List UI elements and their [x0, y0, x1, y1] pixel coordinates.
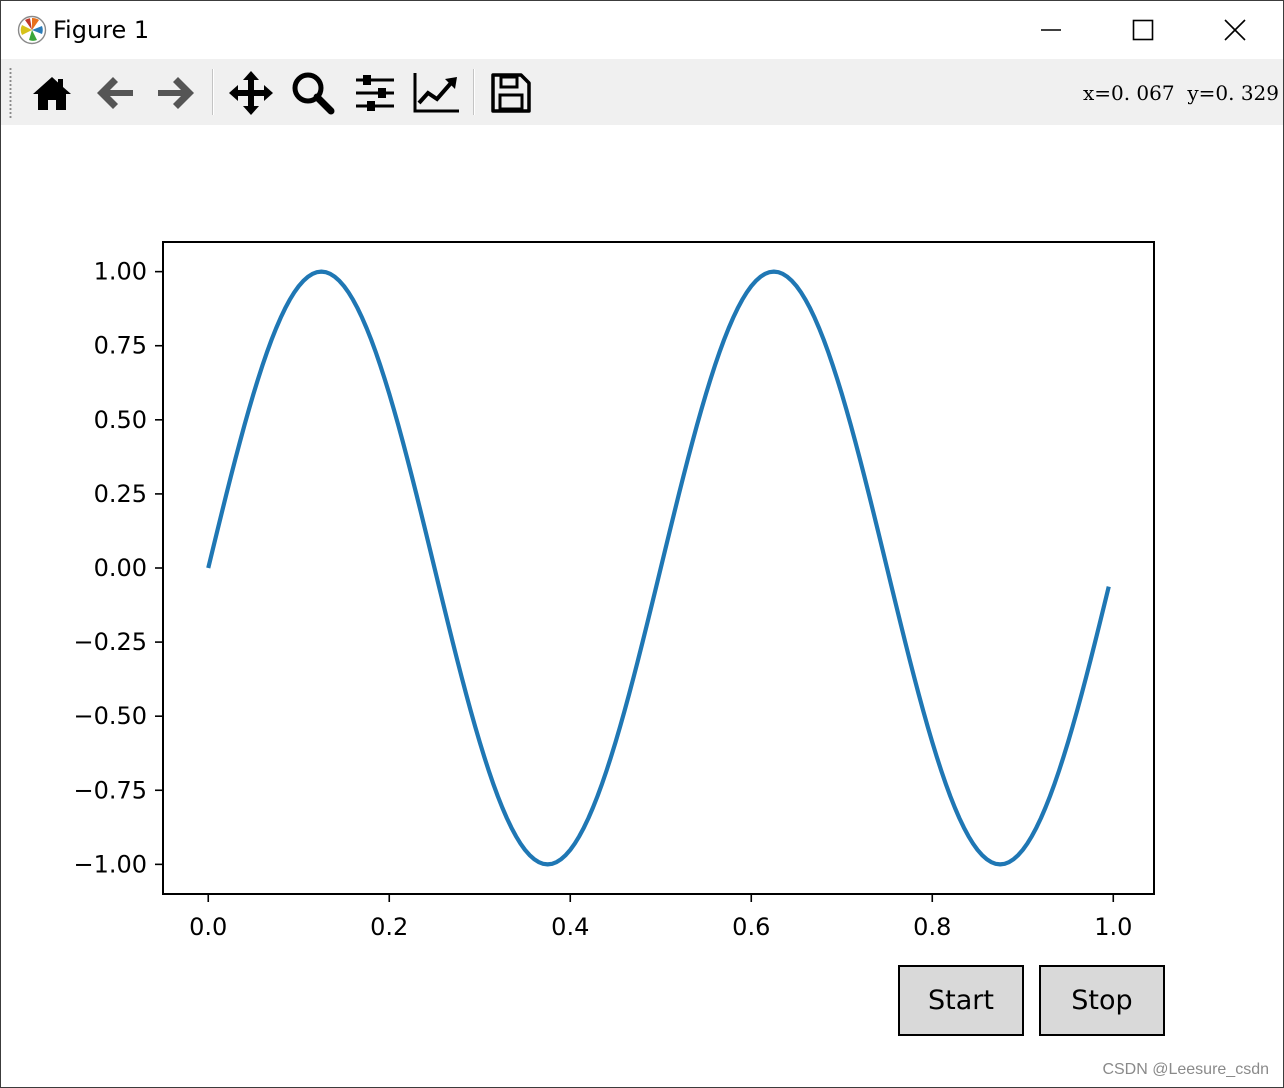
axes-frame — [162, 241, 1155, 895]
navigation-toolbar: x=0. 067 y=0. 329 — [1, 59, 1283, 127]
x-tick-label: 0.4 — [551, 913, 589, 941]
y-tick-label: −1.00 — [73, 850, 147, 878]
figure-canvas[interactable]: 1.00 0.75 0.50 0.25 0.00 −0.25 −0.50 −0.75 −1.00… — [1, 125, 1283, 1087]
maximize-button[interactable] — [1097, 1, 1189, 59]
zoom-button[interactable] — [288, 69, 338, 117]
minimize-icon — [1041, 29, 1061, 31]
edit-axis-icon — [413, 73, 459, 113]
y-tick-label: −0.50 — [73, 702, 147, 730]
save-icon — [491, 73, 531, 113]
back-button[interactable] — [90, 69, 140, 117]
toolbar-grip[interactable] — [9, 67, 12, 119]
close-button[interactable] — [1189, 1, 1281, 59]
forward-arrow-icon — [158, 77, 194, 109]
toolbar-separator — [473, 69, 475, 115]
y-tick-label: 1.00 — [94, 258, 147, 286]
x-axis: 0.0 0.2 0.4 0.6 0.8 1.0 — [189, 894, 1132, 941]
y-tick-label: −0.75 — [73, 776, 147, 804]
configure-subplots-icon — [356, 75, 394, 111]
maximize-icon — [1132, 19, 1154, 41]
y-tick-label: 0.25 — [94, 480, 147, 508]
toolbar-separator — [212, 69, 214, 115]
x-tick-label: 0.6 — [732, 913, 770, 941]
y-tick-label: −0.25 — [73, 628, 147, 656]
matplotlib-logo-icon — [17, 15, 47, 45]
pan-button[interactable] — [226, 69, 276, 117]
figure-window: Figure 1 x=0. 067 y=0. 329 1.00 0.75 0.5… — [0, 0, 1284, 1088]
zoom-icon — [292, 72, 335, 115]
x-tick-label: 1.0 — [1094, 913, 1132, 941]
close-icon — [1224, 19, 1246, 41]
edit-axis-button[interactable] — [411, 69, 461, 117]
cursor-coordinates: x=0. 067 y=0. 329 — [1082, 81, 1279, 105]
y-tick-label: 0.00 — [94, 554, 147, 582]
y-axis: 1.00 0.75 0.50 0.25 0.00 −0.25 −0.50 −0.75 −1.00 — [73, 258, 163, 878]
start-button[interactable]: Start — [898, 965, 1024, 1036]
x-tick-label: 0.0 — [189, 913, 227, 941]
sine-wave-line — [206, 269, 1111, 867]
stop-button[interactable]: Stop — [1039, 965, 1165, 1036]
home-button[interactable] — [27, 69, 77, 117]
y-tick-label: 0.75 — [94, 332, 147, 360]
watermark: CSDN @Leesure_csdn — [1102, 1061, 1269, 1078]
forward-button[interactable] — [151, 69, 201, 117]
save-button[interactable] — [486, 69, 536, 117]
title-bar: Figure 1 — [1, 1, 1283, 59]
y-tick-label: 0.50 — [94, 406, 147, 434]
plot-svg[interactable]: 1.00 0.75 0.50 0.25 0.00 −0.25 −0.50 −0.75 −1.00… — [1, 125, 1283, 1087]
configure-subplots-button[interactable] — [350, 69, 400, 117]
pan-icon — [229, 71, 273, 115]
home-icon — [33, 77, 71, 110]
x-tick-label: 0.2 — [370, 913, 408, 941]
minimize-button[interactable] — [1005, 1, 1097, 59]
x-tick-label: 0.8 — [913, 913, 951, 941]
back-arrow-icon — [97, 77, 133, 109]
window-title: Figure 1 — [53, 16, 150, 44]
